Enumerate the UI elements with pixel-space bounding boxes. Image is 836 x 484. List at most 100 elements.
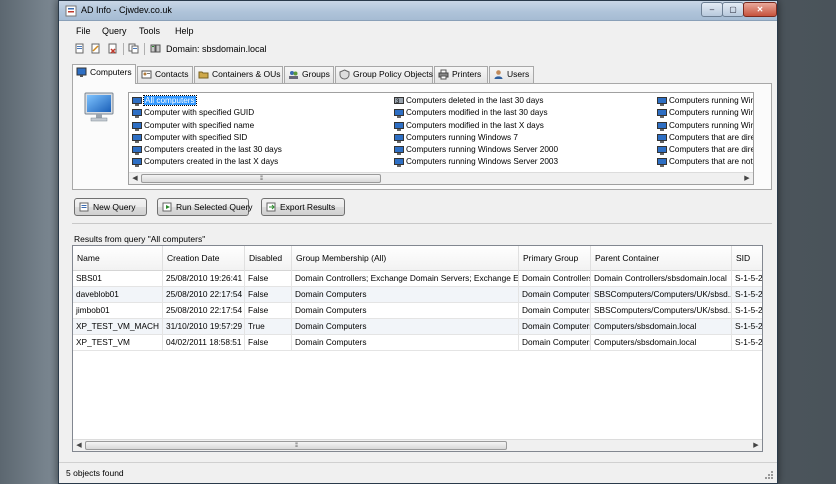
close-button[interactable]: ✕ — [743, 2, 777, 17]
run-selected-query-button[interactable]: Run Selected Query — [157, 198, 253, 216]
cell-group-membership: Domain Computers — [292, 335, 519, 351]
cell-primary-group: Domain Computers — [519, 303, 591, 319]
grid-horizontal-scrollbar[interactable]: ◀ ⁞⁞⁞ ▶ — [73, 439, 762, 451]
menu-help[interactable]: Help — [175, 26, 194, 36]
button-label: New Query — [93, 202, 136, 212]
table-row[interactable]: jimbob01 25/08/2010 22:17:54 False Domai… — [73, 303, 762, 319]
button-label: Run Selected Query — [176, 202, 253, 212]
tab-strip: Computers Contacts Containers & OUs Grou… — [72, 64, 772, 84]
app-window: AD Info - Cjwdev.co.uk – ▢ ✕ File Query … — [58, 0, 778, 484]
query-item[interactable]: Computers running Wind — [656, 107, 753, 119]
cell-creation-date: 25/08/2010 22:17:54 — [163, 303, 245, 319]
tab-contacts[interactable]: Contacts — [137, 66, 193, 83]
table-row[interactable]: XP_TEST_VM_MACH 31/10/2010 19:57:29 True… — [73, 319, 762, 335]
table-row[interactable]: daveblob01 25/08/2010 22:17:54 False Dom… — [73, 287, 762, 303]
query-item[interactable]: Computers that are direc — [656, 132, 753, 144]
query-item[interactable]: Computers modified in the last X days — [393, 120, 558, 132]
menu-bar: File Query Tools Help — [59, 22, 777, 40]
query-item[interactable]: Computers running Wind — [656, 120, 753, 132]
menu-file[interactable]: File — [76, 26, 91, 36]
cell-disabled: False — [245, 271, 292, 287]
cell-name: SBS01 — [73, 271, 163, 287]
tab-containers-ous[interactable]: Containers & OUs — [194, 66, 283, 83]
cell-name: XP_TEST_VM_MACH — [73, 319, 163, 335]
query-item[interactable]: 3 Computers deleted in the last 30 days — [393, 95, 558, 107]
table-row[interactable]: SBS01 25/08/2010 19:26:41 False Domain C… — [73, 271, 762, 287]
menu-tools[interactable]: Tools — [139, 26, 160, 36]
toolbar-separator — [123, 43, 124, 55]
column-header-creation-date[interactable]: Creation Date — [163, 246, 245, 271]
cell-group-membership: Domain Computers — [292, 319, 519, 335]
delete-doc-icon[interactable] — [107, 43, 118, 54]
tab-printers[interactable]: Printers — [434, 66, 488, 83]
computer-query-icon — [657, 121, 667, 131]
copy-doc-icon[interactable] — [128, 43, 139, 54]
status-bar: 5 objects found — [59, 462, 777, 483]
computer-query-icon — [132, 133, 142, 143]
query-item[interactable]: Computers that are direc — [656, 144, 753, 156]
tab-label: Computers — [90, 67, 132, 77]
query-item[interactable]: Computers running Wind — [656, 95, 753, 107]
scroll-left-arrow-icon[interactable]: ◀ — [73, 440, 85, 451]
tab-label: Group Policy Objects — [353, 69, 433, 79]
policy-icon — [339, 69, 350, 80]
minimize-button[interactable]: – — [701, 2, 723, 17]
column-header-group-membership[interactable]: Group Membership (All) — [292, 246, 519, 271]
tab-label: Printers — [452, 69, 482, 79]
title-bar[interactable]: AD Info - Cjwdev.co.uk – ▢ ✕ — [59, 1, 777, 21]
cell-sid: S-1-5-21 — [735, 321, 763, 331]
scrollbar-thumb[interactable]: ⁞⁞⁞ — [141, 174, 381, 183]
export-results-button[interactable]: Export Results — [261, 198, 345, 216]
app-icon — [65, 5, 77, 17]
new-doc-icon[interactable] — [74, 43, 85, 54]
query-item[interactable]: Computers running Windows 7 — [393, 132, 558, 144]
new-query-icon — [79, 202, 89, 212]
query-item[interactable]: Computers modified in the last 30 days — [393, 107, 558, 119]
scroll-right-arrow-icon[interactable]: ▶ — [750, 440, 762, 451]
query-item[interactable]: Computer with specified name — [131, 120, 282, 132]
group-icon — [289, 71, 298, 79]
new-query-button[interactable]: New Query — [74, 198, 147, 216]
query-item[interactable]: Computers that are not d — [656, 156, 753, 168]
cell-parent-container: Domain Controllers/sbsdomain.local — [591, 271, 732, 287]
tab-users[interactable]: Users — [489, 66, 534, 83]
resize-grip-icon[interactable] — [764, 470, 774, 480]
maximize-button[interactable]: ▢ — [722, 2, 744, 17]
column-header-disabled[interactable]: Disabled — [245, 246, 292, 271]
column-header-primary-group[interactable]: Primary Group — [519, 246, 591, 271]
column-header-sid[interactable]: SID — [732, 246, 762, 271]
computer-query-icon — [132, 146, 142, 156]
tab-computers[interactable]: Computers — [72, 64, 136, 84]
query-item[interactable]: Computers created in the last 30 days — [131, 144, 282, 156]
scroll-right-arrow-icon[interactable]: ▶ — [741, 173, 753, 184]
query-item[interactable]: Computers running Windows Server 2003 — [393, 156, 558, 168]
domain-icon[interactable] — [150, 43, 161, 54]
divider — [72, 223, 772, 224]
query-item[interactable]: Computers created in the last X days — [131, 156, 282, 168]
computer-query-icon — [394, 158, 404, 168]
query-list[interactable]: All computers Computer with specified GU… — [128, 92, 754, 185]
menu-query[interactable]: Query — [102, 26, 127, 36]
export-icon — [266, 202, 276, 212]
column-header-parent-container[interactable]: Parent Container — [591, 246, 732, 271]
cell-disabled: False — [245, 303, 292, 319]
query-item-all-computers[interactable]: All computers — [131, 95, 282, 107]
tab-groups[interactable]: Groups — [284, 66, 334, 83]
edit-doc-icon[interactable] — [90, 43, 101, 54]
query-column: All computers Computer with specified GU… — [131, 95, 282, 169]
scroll-left-arrow-icon[interactable]: ◀ — [129, 173, 141, 184]
cell-group-membership: Domain Computers — [292, 287, 519, 303]
results-grid[interactable]: Name Creation Date Disabled Group Member… — [72, 245, 763, 452]
cell-sid: S-1-5-21 — [735, 305, 763, 315]
table-row[interactable]: XP_TEST_VM 04/02/2011 18:58:51 False Dom… — [73, 335, 762, 351]
column-header-name[interactable]: Name — [73, 246, 163, 271]
query-list-scrollbar[interactable]: ◀ ⁞⁞⁞ ▶ — [129, 172, 753, 184]
cell-creation-date: 25/08/2010 22:17:54 — [163, 287, 245, 303]
computers-tab-panel: All computers Computer with specified GU… — [72, 83, 772, 190]
grid-header: Name Creation Date Disabled Group Member… — [73, 246, 762, 271]
tab-group-policy-objects[interactable]: Group Policy Objects — [335, 66, 433, 83]
query-item[interactable]: Computers running Windows Server 2000 — [393, 144, 558, 156]
scrollbar-thumb[interactable]: ⁞⁞⁞ — [85, 441, 507, 450]
query-item[interactable]: Computer with specified SID — [131, 132, 282, 144]
query-item[interactable]: Computer with specified GUID — [131, 107, 282, 119]
